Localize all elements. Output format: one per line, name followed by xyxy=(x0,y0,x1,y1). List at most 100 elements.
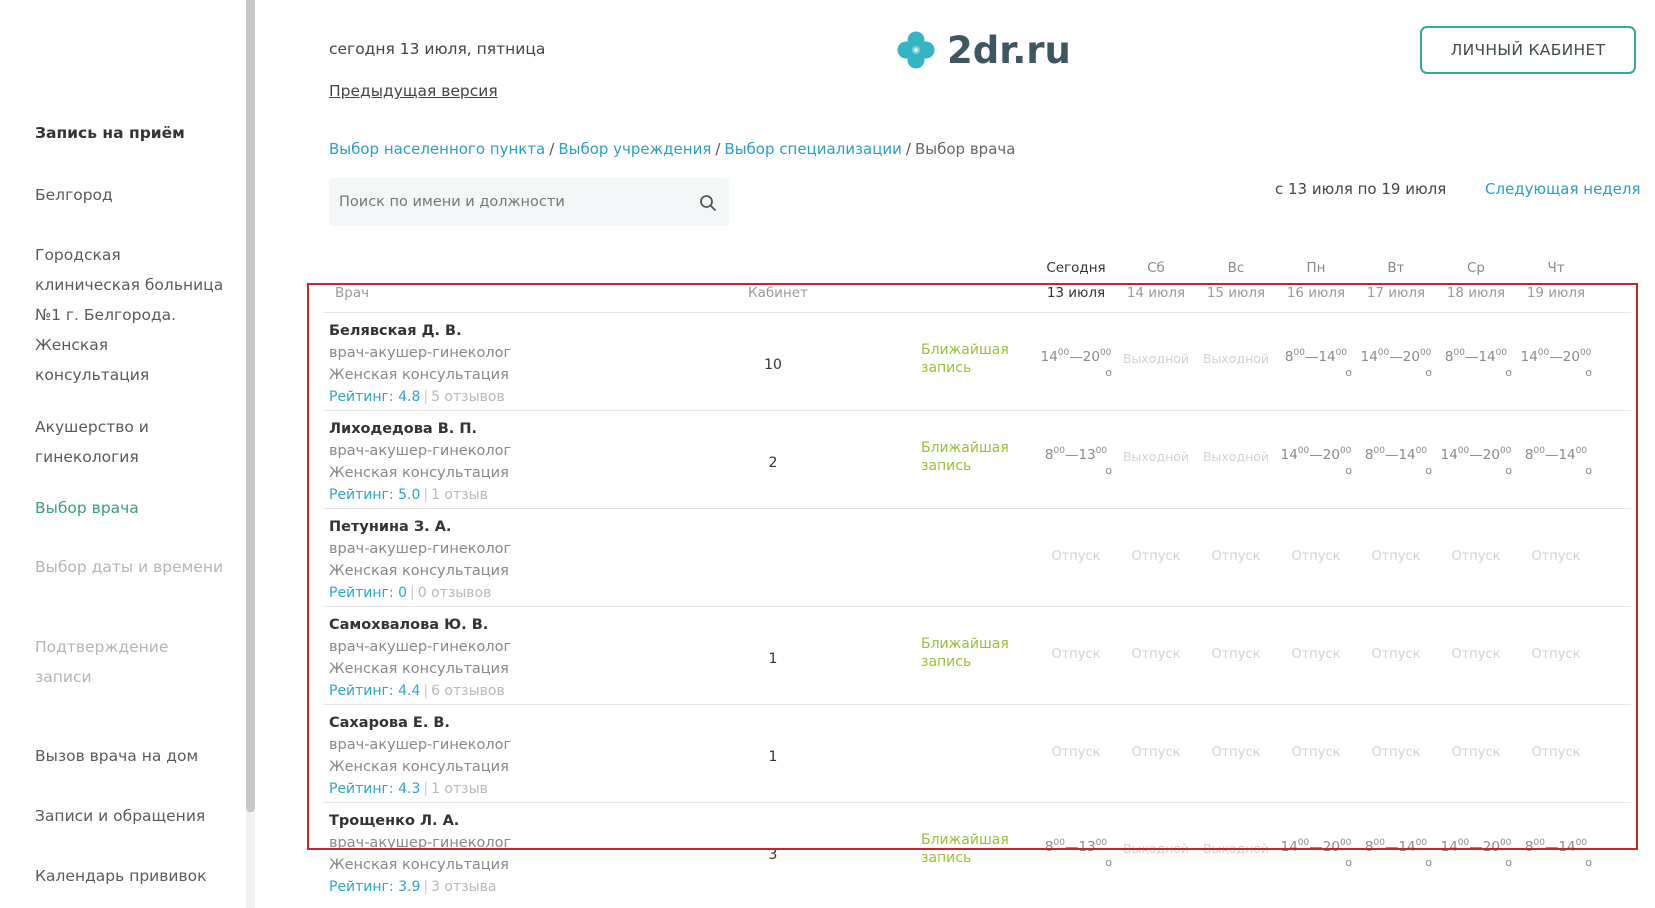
breadcrumb-specialization[interactable]: Выбор специализации xyxy=(724,140,902,158)
sidebar-item[interactable]: Вызов врача на дом xyxy=(35,741,225,771)
time-slot[interactable]: 800—1400 o xyxy=(1436,345,1516,381)
doctor-row[interactable]: Сахарова Е. В. врач-акушер-гинеколог Женск… xyxy=(323,704,1631,802)
breadcrumb-locality[interactable]: Выбор населенного пункта xyxy=(329,140,545,158)
slot-to: 13 xyxy=(1078,447,1096,463)
doctor-name[interactable]: Белявская Д. В. xyxy=(329,323,462,339)
doctor-row[interactable]: Лиходедова В. П. врач-акушер-гинеколог Жен… xyxy=(323,410,1631,508)
time-slot[interactable]: 800—1400 o xyxy=(1356,443,1436,479)
vacation-label: Отпуск xyxy=(1451,549,1501,564)
doctor-department: Женская консультация xyxy=(329,465,509,481)
slot-to: 14 xyxy=(1558,447,1576,463)
doctor-row[interactable]: Петунина З. А. врач-акушер-гинеколог Женск… xyxy=(323,508,1631,606)
time-slot[interactable]: 1400—2000 o xyxy=(1276,835,1356,871)
day-off-label: Выходной xyxy=(1122,449,1190,464)
vacation-label: Отпуск xyxy=(1531,647,1581,662)
doctor-name[interactable]: Трощенко Л. А. xyxy=(329,813,459,829)
slot-to: 14 xyxy=(1478,349,1496,365)
vacation-label: Отпуск xyxy=(1131,647,1181,662)
time-slot[interactable]: 800—1300 o xyxy=(1036,443,1116,479)
breadcrumb-current: Выбор врача xyxy=(914,140,1016,158)
rating-label: Рейтинг: xyxy=(329,389,394,405)
breadcrumb-institution[interactable]: Выбор учреждения xyxy=(558,140,711,158)
reviews-count[interactable]: 3 отзыва xyxy=(431,879,496,895)
rating-value: 4.3 xyxy=(398,781,421,797)
search-input[interactable] xyxy=(339,178,689,226)
personal-cabinet-button[interactable]: ЛИЧНЫЙ КАБИНЕТ xyxy=(1420,26,1636,74)
logo-text: 2dr.ru xyxy=(947,28,1071,72)
rating-value: 3.9 xyxy=(398,879,421,895)
slot-to: 20 xyxy=(1402,349,1420,365)
time-slot[interactable]: 800—1400 o xyxy=(1356,835,1436,871)
day-name-header: Чт xyxy=(1547,260,1565,276)
vacation-label: Отпуск xyxy=(1051,647,1101,662)
doctor-row[interactable]: Трощенко Л. А. врач-акушер-гинеколог Женск… xyxy=(323,802,1631,900)
nearest-appointment-link[interactable]: Ближайшая запись xyxy=(921,831,1021,867)
time-slot[interactable]: 1400—2000 o xyxy=(1516,345,1596,381)
time-slot[interactable]: 1400—2000 o xyxy=(1356,345,1436,381)
sidebar-item[interactable]: Акушерство и гинекология xyxy=(35,412,225,472)
cabinet-number: 3 xyxy=(768,847,778,863)
time-slot[interactable]: 1400—2000 o xyxy=(1276,443,1356,479)
previous-version-link[interactable]: Предыдущая версия xyxy=(329,82,498,100)
scrollbar-thumb[interactable] xyxy=(246,0,255,812)
doctor-role: врач-акушер-гинеколог xyxy=(329,345,512,361)
next-week-link[interactable]: Следующая неделя xyxy=(1485,180,1641,198)
reviews-count[interactable]: 5 отзывов xyxy=(431,389,505,405)
doctor-row[interactable]: Самохвалова Ю. В. врач-акушер-гинеколог Же… xyxy=(323,606,1631,704)
nearest-appointment-link[interactable]: Ближайшая запись xyxy=(921,341,1021,377)
cabinet-number: 1 xyxy=(768,651,778,667)
nearest-appointment-link[interactable]: Ближайшая запись xyxy=(921,635,1021,671)
search-icon[interactable] xyxy=(699,194,717,212)
nearest-appointment-link[interactable]: Ближайшая запись xyxy=(921,439,1021,475)
logo[interactable]: 2dr.ru xyxy=(895,27,1071,73)
sidebar-scrollbar[interactable] xyxy=(246,0,255,908)
rating-value: 4.8 xyxy=(398,389,421,405)
vacation-label: Отпуск xyxy=(1371,745,1421,760)
vacation-label: Отпуск xyxy=(1051,745,1101,760)
rating-value: 0 xyxy=(398,585,408,601)
cabinet-number: 1 xyxy=(768,749,778,765)
doctor-name[interactable]: Лиходедова В. П. xyxy=(329,421,477,437)
doctor-rating: Рейтинг: 5.0 | 1 отзыв xyxy=(329,487,488,503)
slot-from: 14 xyxy=(1280,447,1298,463)
day-name-header: Вс xyxy=(1227,260,1245,276)
time-slot[interactable]: 800—1300 o xyxy=(1036,835,1116,871)
doctor-name[interactable]: Сахарова Е. В. xyxy=(329,715,450,731)
rating-label: Рейтинг: xyxy=(329,781,394,797)
doctor-rating: Рейтинг: 4.3 | 1 отзыв xyxy=(329,781,488,797)
reviews-count[interactable]: 0 отзывов xyxy=(418,585,492,601)
sidebar: Запись на приём Белгород Городская клиниче… xyxy=(0,0,246,908)
day-off-label: Выходной xyxy=(1202,449,1270,464)
time-slot[interactable]: 1400—2000 o xyxy=(1436,443,1516,479)
doctor-rating: Рейтинг: 4.4 | 6 отзывов xyxy=(329,683,505,699)
reviews-count[interactable]: 1 отзыв xyxy=(431,487,488,503)
time-slot[interactable]: 1400—2000 o xyxy=(1436,835,1516,871)
sidebar-item[interactable]: Календарь прививок xyxy=(35,861,225,891)
reviews-count[interactable]: 6 отзывов xyxy=(431,683,505,699)
doctor-name[interactable]: Петунина З. А. xyxy=(329,519,451,535)
doctor-name[interactable]: Самохвалова Ю. В. xyxy=(329,617,488,633)
vacation-label: Отпуск xyxy=(1531,549,1581,564)
time-slot[interactable]: 800—1400 o xyxy=(1516,443,1596,479)
day-name-header: Сб xyxy=(1147,260,1165,276)
slot-from: 14 xyxy=(1360,349,1378,365)
sidebar-item[interactable]: Городская клиническая больница №1 г. Бел… xyxy=(35,240,225,390)
vacation-label: Отпуск xyxy=(1371,549,1421,564)
time-slot[interactable]: 800—1400 o xyxy=(1516,835,1596,871)
sidebar-item[interactable]: Белгород xyxy=(35,180,225,210)
day-name-header: Ср xyxy=(1467,260,1485,276)
slot-from: 8 xyxy=(1524,447,1534,463)
doctor-row[interactable]: Белявская Д. В. врач-акушер-гинеколог Женс… xyxy=(323,312,1631,410)
slot-from: 8 xyxy=(1364,447,1374,463)
time-slot[interactable]: 800—1400 o xyxy=(1276,345,1356,381)
doctor-column-header: Врач xyxy=(335,285,370,301)
doctor-role: врач-акушер-гинеколог xyxy=(329,639,512,655)
vacation-label: Отпуск xyxy=(1291,745,1341,760)
sidebar-item[interactable]: Выбор врача xyxy=(35,493,225,523)
day-name-header: Сегодня xyxy=(1046,260,1106,276)
sidebar-item[interactable]: Записи и обращения xyxy=(35,801,225,831)
reviews-count[interactable]: 1 отзыв xyxy=(431,781,488,797)
time-slot[interactable]: 1400—2000 o xyxy=(1036,345,1116,381)
rating-separator: | xyxy=(423,389,429,405)
slot-from: 8 xyxy=(1364,839,1374,855)
